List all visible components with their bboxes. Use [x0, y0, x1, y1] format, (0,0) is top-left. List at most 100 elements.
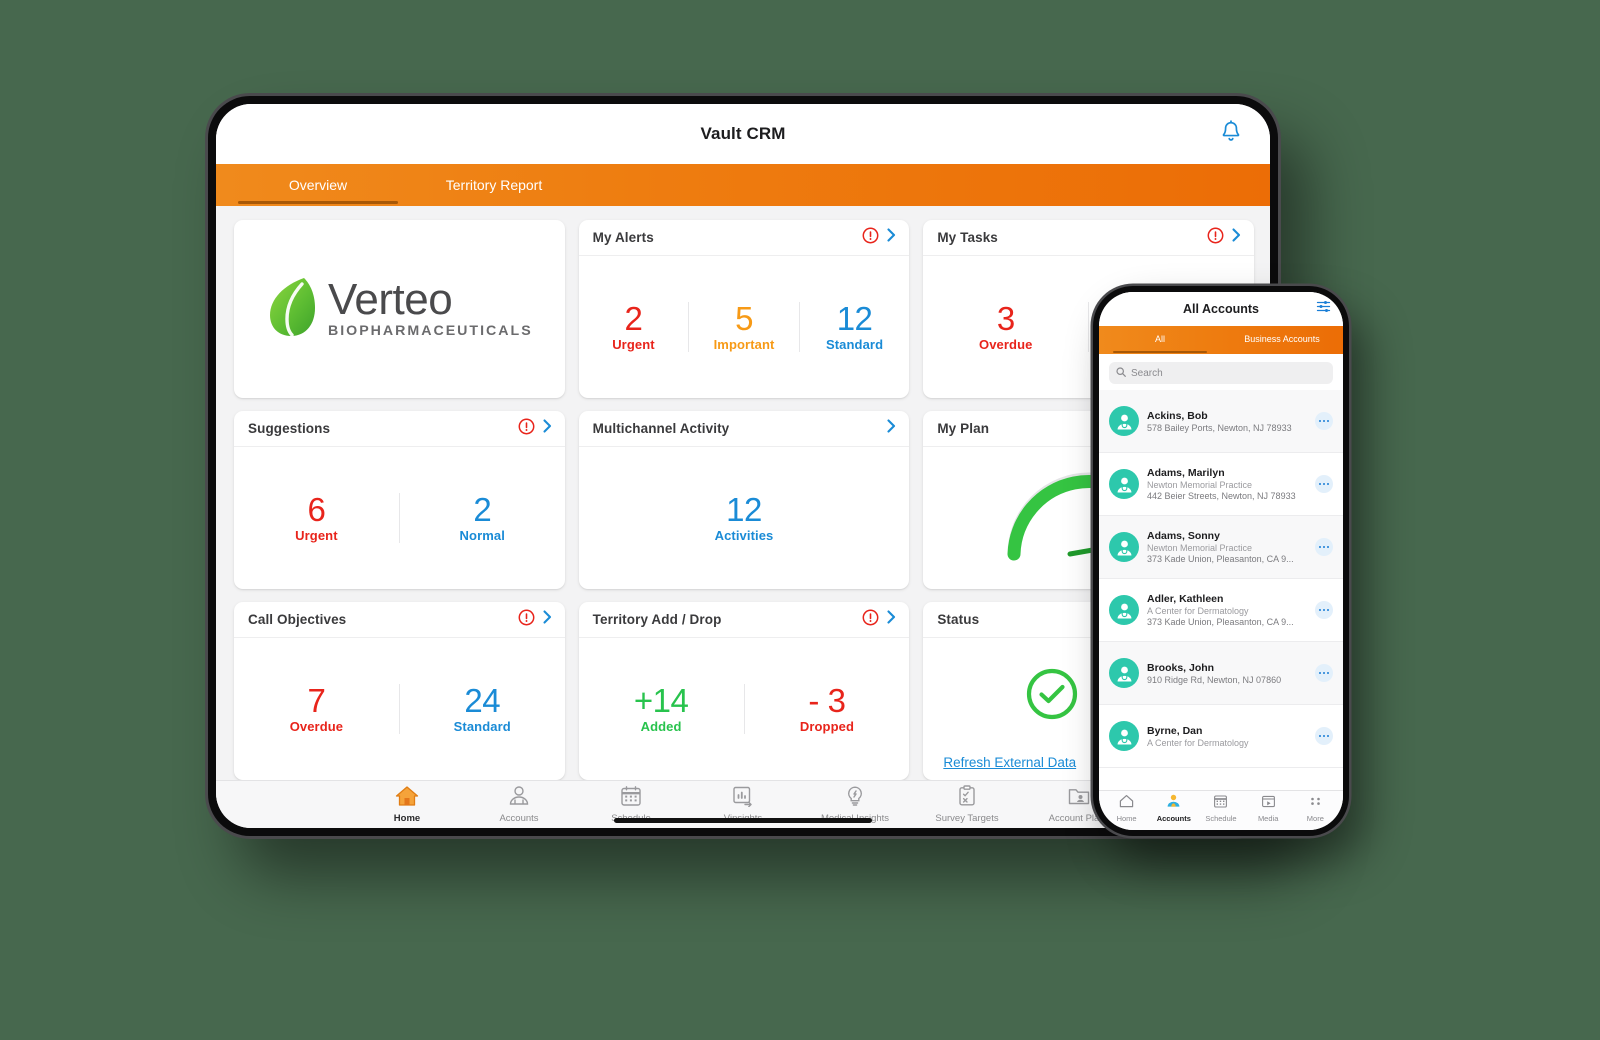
metric-overdue: 7 Overdue [234, 681, 399, 734]
card-my-tasks-title: My Tasks [937, 230, 998, 245]
card-multichannel-activity-header: Multichannel Activity [578, 411, 910, 447]
brand-name: Verteo [327, 275, 453, 325]
metric-standard: 12 Standard [798, 301, 910, 353]
account-address: 578 Bailey Ports, Newton, NJ 78933 [1147, 422, 1292, 433]
phone-tab-all-label: All [1154, 334, 1165, 345]
metric-normal-value: 2 [473, 490, 492, 528]
list-item-text: Ackins, Bob 578 Bailey Ports, Newton, NJ… [1147, 410, 1307, 433]
phone-screen: All Accounts All Business Accounts Searc… [1099, 292, 1343, 830]
account-org: A Center for Dermatology [1147, 606, 1249, 616]
chevron-right-icon[interactable] [886, 418, 897, 439]
card-call-objectives-header: Call Objectives [234, 602, 565, 638]
card-my-tasks-header: My Tasks [923, 220, 1254, 256]
list-item[interactable]: Byrne, Dan A Center for Dermatology [1099, 705, 1343, 768]
chevron-right-icon[interactable] [886, 609, 897, 630]
nav-item-accounts-label: Accounts [499, 813, 539, 824]
more-dots-icon [1308, 794, 1323, 813]
avatar [1109, 532, 1139, 562]
metric-normal: 2 Normal [398, 490, 565, 544]
accounts-list[interactable]: Ackins, Bob 578 Bailey Ports, Newton, NJ… [1099, 390, 1343, 830]
chevron-right-icon[interactable] [542, 418, 553, 439]
alert-exclamation-icon[interactable] [518, 418, 535, 440]
card-suggestions[interactable]: Suggestions 6 Urgent 2 Normal [234, 411, 565, 589]
brand-logo-card: Verteo BIOPHARMACEUTICALS [234, 220, 565, 398]
calendar-icon [1213, 794, 1228, 813]
phone-nav-item-media-label: Media [1257, 814, 1279, 823]
metrics-row: 2 Urgent 5 Important 12 Standard [579, 301, 910, 353]
home-icon [1119, 794, 1134, 813]
card-suggestions-actions [518, 418, 553, 440]
alert-exclamation-icon[interactable] [862, 609, 879, 631]
search-placeholder: Search [1131, 367, 1163, 379]
phone-nav-item-media[interactable]: Media [1245, 794, 1291, 823]
phone-nav-item-more[interactable]: More [1292, 794, 1338, 823]
metric-overdue-value: 7 [307, 681, 326, 719]
phone-nav-item-schedule[interactable]: Schedule [1198, 794, 1244, 823]
card-call-objectives[interactable]: Call Objectives 7 Overdue 24 Standard [234, 602, 565, 780]
list-item[interactable]: Brooks, John 910 Ridge Rd, Newton, NJ 07… [1099, 642, 1343, 705]
tab-territory-report-label: Territory Report [445, 177, 543, 193]
tab-territory-report[interactable]: Territory Report [406, 164, 582, 206]
filter-sliders-icon[interactable] [1316, 299, 1331, 319]
phone-nav-item-home[interactable]: Home [1104, 794, 1150, 823]
card-my-alerts[interactable]: My Alerts 2 Urgent 5 Important 12 Standa… [578, 220, 910, 398]
list-item[interactable]: Ackins, Bob 578 Bailey Ports, Newton, NJ… [1099, 390, 1343, 453]
bell-icon[interactable] [1220, 120, 1242, 149]
account-address: 373 Kade Union, Pleasanton, CA 9... [1147, 554, 1294, 564]
list-item[interactable]: Adler, Kathleen A Center for Dermatology… [1099, 579, 1343, 642]
card-territory-add-drop-actions [862, 609, 897, 631]
card-territory-add-drop[interactable]: Territory Add / Drop +14 Added - 3 Dropp… [578, 602, 910, 780]
tab-overview[interactable]: Overview [230, 164, 406, 206]
phone-nav-item-more-label: More [1306, 814, 1324, 823]
alert-exclamation-icon[interactable] [518, 609, 535, 631]
metric-added-label: Added [640, 719, 682, 735]
card-call-objectives-actions [518, 609, 553, 631]
more-options-icon[interactable] [1315, 727, 1333, 745]
list-item[interactable]: Adams, Marilyn Newton Memorial Practice … [1099, 453, 1343, 516]
account-name: Adams, Marilyn [1147, 467, 1225, 479]
more-options-icon[interactable] [1315, 664, 1333, 682]
chevron-right-icon[interactable] [542, 609, 553, 630]
lightbulb-icon [843, 785, 867, 812]
card-multichannel-activity[interactable]: Multichannel Activity 12 Activities [578, 411, 910, 589]
card-suggestions-header: Suggestions [234, 411, 565, 447]
phone-tab-all[interactable]: All [1099, 326, 1221, 354]
nav-item-accounts[interactable]: Accounts [463, 785, 575, 824]
phone-bottom-nav: Home Accounts Schedule Media More [1099, 790, 1343, 830]
home-indicator-bar[interactable] [614, 818, 872, 823]
phone-device: All Accounts All Business Accounts Searc… [1093, 286, 1349, 836]
more-options-icon[interactable] [1315, 412, 1333, 430]
account-org: Newton Memorial Practice [1147, 543, 1253, 553]
account-name: Byrne, Dan [1147, 724, 1203, 737]
accounts-icon [507, 785, 531, 812]
chevron-right-icon[interactable] [1231, 227, 1242, 248]
card-multichannel-activity-title: Multichannel Activity [592, 421, 730, 436]
phone-nav-item-schedule-label: Schedule [1205, 814, 1237, 823]
more-options-icon[interactable] [1315, 601, 1333, 619]
metric-normal-label: Normal [459, 528, 505, 544]
nav-item-home[interactable]: Home [351, 785, 463, 824]
account-name: Adler, Kathleen [1147, 593, 1224, 605]
card-territory-add-drop-body: +14 Added - 3 Dropped [579, 638, 910, 780]
more-options-icon[interactable] [1315, 475, 1333, 493]
search-input[interactable]: Search [1109, 362, 1333, 384]
metric-overdue: 3 Overdue [923, 301, 1088, 352]
alert-exclamation-icon[interactable] [1207, 227, 1224, 249]
phone-nav-item-home-label: Home [1116, 814, 1137, 823]
brand-logo: Verteo BIOPHARMACEUTICALS [266, 275, 533, 344]
avatar [1109, 406, 1139, 436]
alert-exclamation-icon[interactable] [862, 227, 879, 249]
nav-item-survey-targets[interactable]: Survey Targets [911, 785, 1023, 824]
chevron-right-icon[interactable] [886, 227, 897, 248]
metrics-row: 6 Urgent 2 Normal [234, 490, 565, 544]
card-suggestions-body: 6 Urgent 2 Normal [234, 447, 565, 589]
card-suggestions-title: Suggestions [248, 421, 331, 436]
list-item[interactable]: Adams, Sonny Newton Memorial Practice 37… [1099, 516, 1343, 579]
phone-nav-item-accounts[interactable]: Accounts [1151, 794, 1197, 823]
card-my-tasks-actions [1207, 227, 1242, 249]
metric-dropped-label: Dropped [799, 719, 854, 735]
phone-search-container: Search [1099, 354, 1343, 390]
phone-tab-business-accounts[interactable]: Business Accounts [1221, 326, 1343, 354]
metric-urgent: 6 Urgent [234, 492, 399, 543]
more-options-icon[interactable] [1315, 538, 1333, 556]
